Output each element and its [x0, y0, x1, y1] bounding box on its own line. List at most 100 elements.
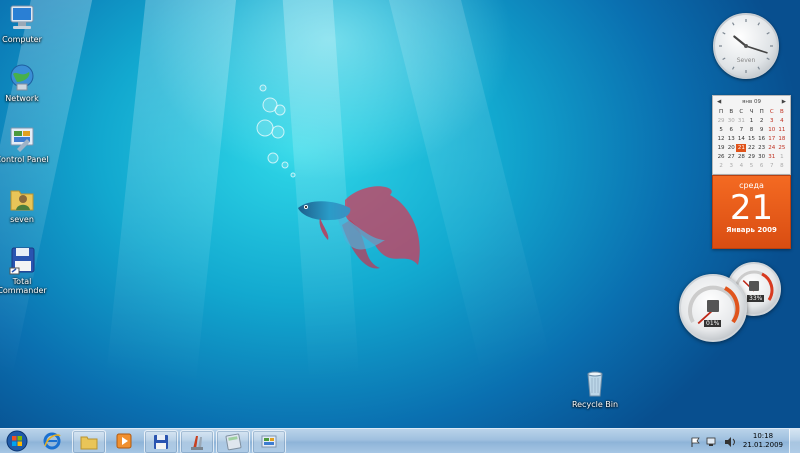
light-ray — [106, 0, 240, 383]
calendar-day[interactable]: 20 — [726, 144, 736, 152]
calendar-day[interactable]: 6 — [726, 126, 736, 134]
calendar-day[interactable]: 9 — [757, 126, 767, 134]
desktop-icon-label: Total Commander — [0, 277, 47, 295]
desktop-icon-total-commander[interactable]: Total Commander — [0, 245, 54, 295]
desktop-icon-seven[interactable]: seven — [0, 183, 54, 224]
start-button[interactable] — [2, 430, 32, 452]
flag-icon[interactable] — [690, 432, 700, 451]
paint-tools-icon — [191, 436, 203, 450]
calendar-day[interactable]: 21 — [736, 144, 747, 152]
calendar-day[interactable]: 18 — [777, 135, 787, 143]
desktop-icon-computer[interactable]: Computer — [0, 3, 54, 44]
calendar-day[interactable]: 7 — [736, 126, 746, 134]
calendar-day[interactable]: 30 — [757, 153, 767, 161]
calendar-day[interactable]: 5 — [746, 162, 756, 170]
calendar-weekday: П — [719, 109, 724, 115]
calendar-day[interactable]: 3 — [767, 117, 777, 125]
calendar-day[interactable]: 10 — [767, 126, 777, 134]
calendar-day[interactable]: 5 — [716, 126, 726, 134]
calendar-next-icon[interactable]: ▶ — [782, 99, 786, 105]
desktop-icon-label: Network — [5, 94, 39, 103]
calendar-day[interactable]: 24 — [767, 144, 777, 152]
calendar-day[interactable]: 26 — [716, 153, 726, 161]
taskbar-time: 10:18 — [752, 432, 774, 440]
computer-icon — [7, 3, 37, 33]
desktop-icon-label: seven — [10, 215, 34, 224]
calendar-day[interactable]: 31 — [767, 153, 777, 161]
calendar-day[interactable]: 16 — [757, 135, 767, 143]
calendar-day[interactable]: 31 — [736, 117, 746, 125]
clock-tick — [731, 22, 735, 26]
calendar-grid: П В С Ч П С В 29 30 31 1 2 3 4 5 6 7 8 9 10 11 12 13 14 15 16 17 18… — [713, 108, 790, 170]
show-desktop-button[interactable] — [789, 429, 800, 453]
calendar-day[interactable]: 8 — [777, 162, 787, 170]
calendar-month-year: Январь 2009 — [726, 226, 777, 234]
calendar-day[interactable]: 23 — [757, 144, 767, 152]
calendar-day[interactable]: 2 — [716, 162, 726, 170]
volume-icon[interactable] — [724, 432, 736, 451]
taskbar-clock[interactable]: 10:18 21.01.2009 — [743, 432, 783, 450]
calendar-day[interactable]: 29 — [716, 117, 726, 125]
taskbar-media-player[interactable] — [108, 430, 140, 452]
calendar-day[interactable]: 25 — [777, 144, 787, 152]
desktop-icon-recycle-bin[interactable]: Recycle Bin — [563, 368, 627, 409]
calendar-day[interactable]: 14 — [736, 135, 746, 143]
cpu-percent: 01% — [704, 320, 722, 327]
calendar-weekday: С — [769, 109, 774, 115]
calendar-day[interactable]: 4 — [777, 117, 787, 125]
calendar-gadget-month[interactable]: ◀ янв 09 ▶ П В С Ч П С В 29 30 31 1 2 3 4 5 6 7 8 9 10 11 12 1… — [712, 95, 791, 175]
calendar-day[interactable]: 8 — [746, 126, 756, 134]
media-player-icon — [116, 433, 132, 449]
calendar-day[interactable]: 19 — [716, 144, 726, 152]
calendar-day[interactable]: 28 — [736, 153, 746, 161]
calendar-weekday: П — [759, 109, 764, 115]
calendar-day[interactable]: 1 — [777, 153, 787, 161]
taskbar-total-commander[interactable] — [144, 430, 178, 454]
taskbar-windows-explorer[interactable] — [72, 430, 106, 454]
betta-fish-image — [298, 186, 420, 269]
calendar-day[interactable]: 22 — [746, 144, 756, 152]
taskbar-control-panel[interactable] — [252, 430, 286, 454]
calendar-day[interactable]: 7 — [767, 162, 777, 170]
calendar-day[interactable]: 3 — [726, 162, 736, 170]
clock-brand: Seven — [736, 57, 756, 64]
desktop-icon-network[interactable]: Network — [0, 62, 54, 103]
calendar-weekday: В — [780, 109, 784, 115]
calendar-gadget-day[interactable]: среда 21 Январь 2009 — [712, 175, 791, 249]
calendar-day[interactable]: 6 — [757, 162, 767, 170]
clock-gadget[interactable]: Seven — [713, 13, 779, 79]
network-globe-icon — [7, 62, 37, 92]
clock-tick — [731, 66, 735, 70]
calendar-day[interactable]: 11 — [777, 126, 787, 134]
cpu-meter[interactable]: 01% — [679, 274, 747, 342]
bubbles-image — [256, 84, 296, 178]
calendar-day[interactable]: 4 — [736, 162, 746, 170]
network-icon[interactable] — [706, 432, 718, 451]
desktop-icon-label: Control Panel — [0, 155, 49, 164]
clock-tick — [722, 31, 726, 35]
control-panel-icon — [261, 435, 277, 448]
calendar-day[interactable]: 2 — [757, 117, 767, 125]
taskbar-calculator[interactable] — [216, 430, 250, 454]
clock-tick — [757, 66, 761, 70]
desktop-icon-label: Recycle Bin — [571, 400, 619, 409]
taskbar-internet-explorer[interactable] — [36, 430, 68, 452]
calendar-day[interactable]: 17 — [767, 135, 777, 143]
desktop-icon-control-panel[interactable]: Control Panel — [0, 123, 54, 164]
calendar-day[interactable]: 12 — [716, 135, 726, 143]
taskbar-paint[interactable] — [180, 430, 214, 454]
taskbar: 10:18 21.01.2009 — [0, 428, 800, 454]
desktop[interactable]: Computer Network Control Panel seven Tot… — [0, 0, 800, 428]
internet-explorer-icon — [43, 432, 61, 450]
calendar-day[interactable]: 29 — [746, 153, 756, 161]
calendar-day-number: 21 — [729, 188, 774, 228]
system-tray: 10:18 21.01.2009 — [687, 429, 800, 453]
calendar-day[interactable]: 30 — [726, 117, 736, 125]
calendar-day[interactable]: 15 — [746, 135, 756, 143]
calendar-day[interactable]: 1 — [746, 117, 756, 125]
clock-tick — [766, 31, 770, 35]
windows-explorer-icon — [80, 436, 98, 450]
calendar-day[interactable]: 13 — [726, 135, 736, 143]
calendar-prev-icon[interactable]: ◀ — [717, 99, 721, 105]
calendar-day[interactable]: 27 — [726, 153, 736, 161]
